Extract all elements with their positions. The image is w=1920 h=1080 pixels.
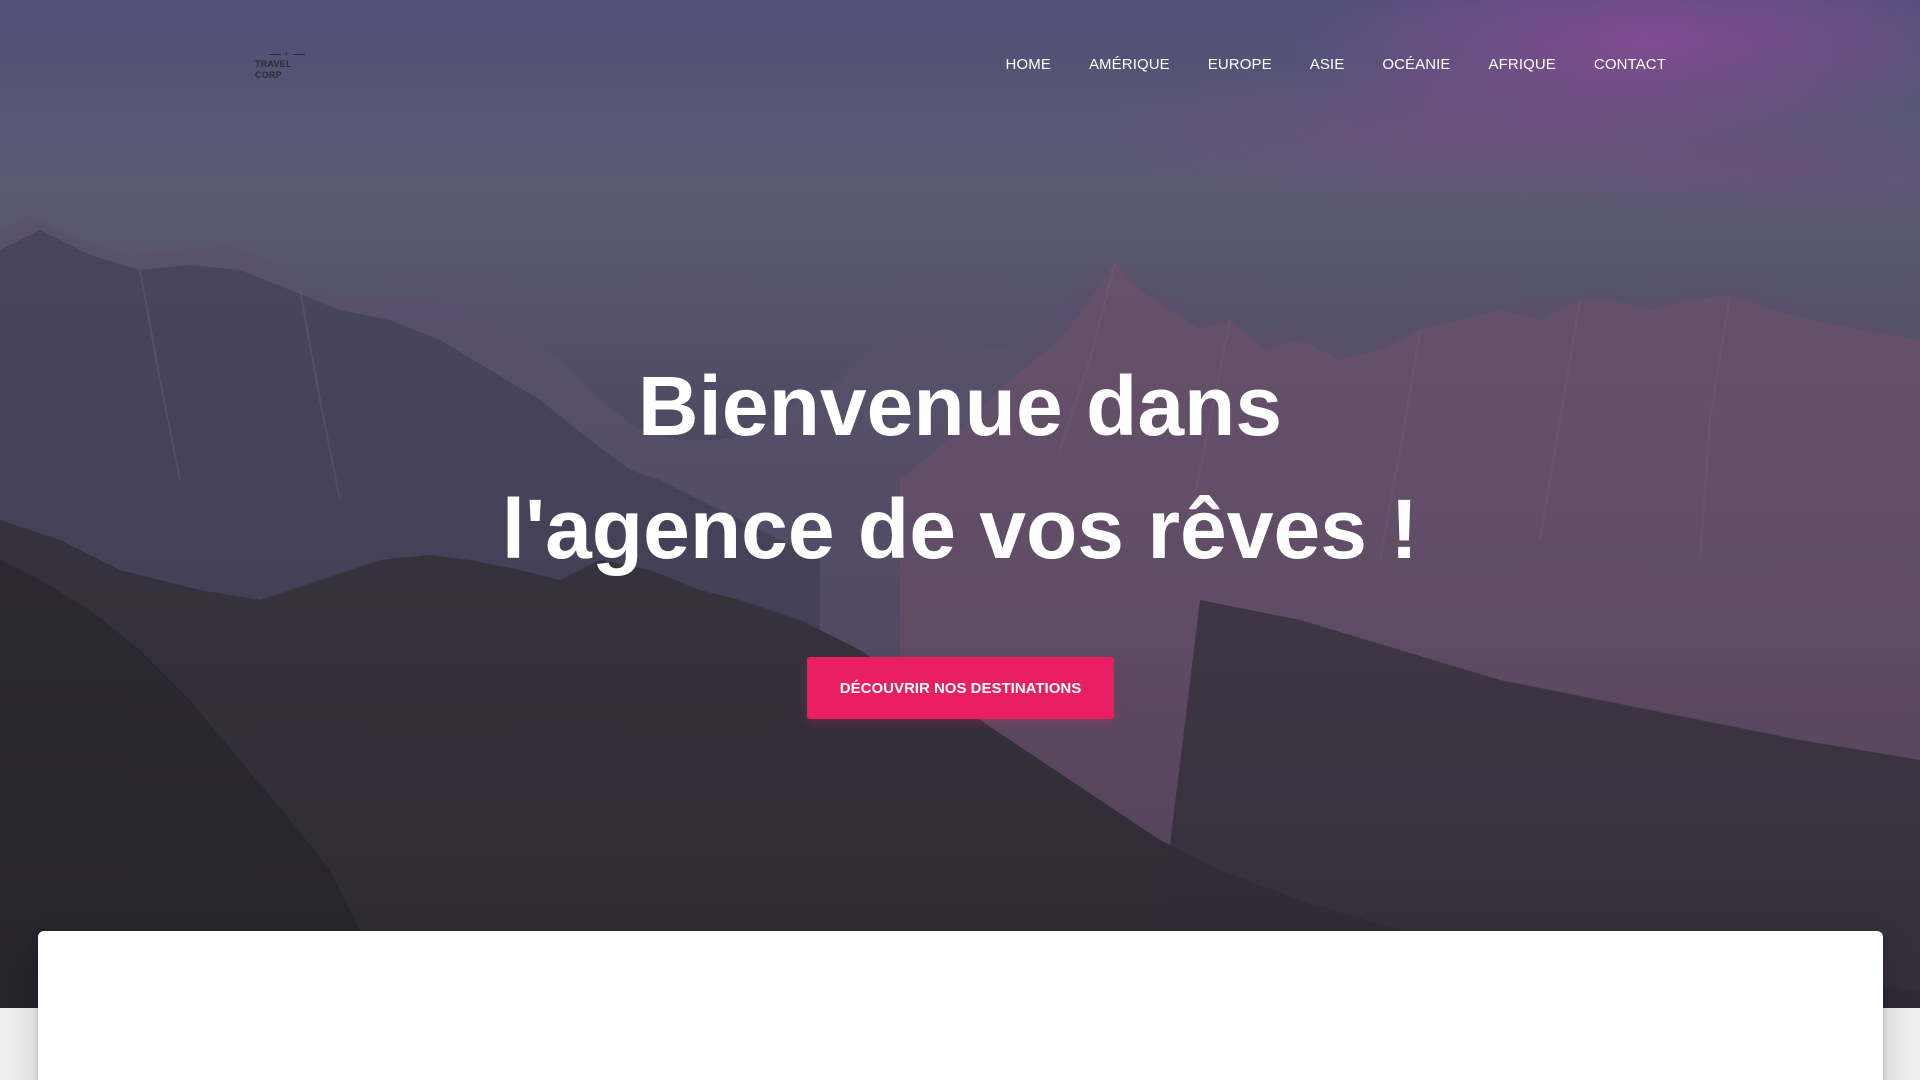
- content-card: [38, 931, 1883, 1080]
- nav-item-oceanie[interactable]: OCÉANIE: [1382, 56, 1450, 73]
- discover-destinations-button[interactable]: DÉCOUVRIR NOS DESTINATIONS: [807, 657, 1114, 719]
- nav-item-amerique[interactable]: AMÉRIQUE: [1089, 56, 1170, 73]
- nav-item-europe[interactable]: EUROPE: [1208, 56, 1272, 73]
- hero-title: Bienvenue dans l'agence de vos rêves !: [0, 345, 1920, 591]
- nav-item-afrique[interactable]: AFRIQUE: [1489, 56, 1556, 73]
- hero-title-line-2: l'agence de vos rêves !: [501, 482, 1419, 576]
- nav-item-home[interactable]: HOME: [1006, 56, 1051, 73]
- nav-item-asie[interactable]: ASIE: [1310, 56, 1345, 73]
- nav-item-contact[interactable]: CONTACT: [1594, 56, 1666, 73]
- logo-text: TRAVEL CORP: [255, 59, 292, 80]
- site-logo[interactable]: ✈ TRAVEL CORP: [255, 52, 319, 80]
- logo-mark-icon: ✈: [266, 52, 308, 59]
- hero-title-line-1: Bienvenue dans: [637, 359, 1283, 453]
- site-header: ✈ TRAVEL CORP HOME AMÉRIQUE EUROPE ASIE …: [0, 0, 1920, 130]
- main-nav: HOME AMÉRIQUE EUROPE ASIE OCÉANIE AFRIQU…: [1006, 52, 1666, 76]
- page: ✈ TRAVEL CORP HOME AMÉRIQUE EUROPE ASIE …: [0, 0, 1920, 1080]
